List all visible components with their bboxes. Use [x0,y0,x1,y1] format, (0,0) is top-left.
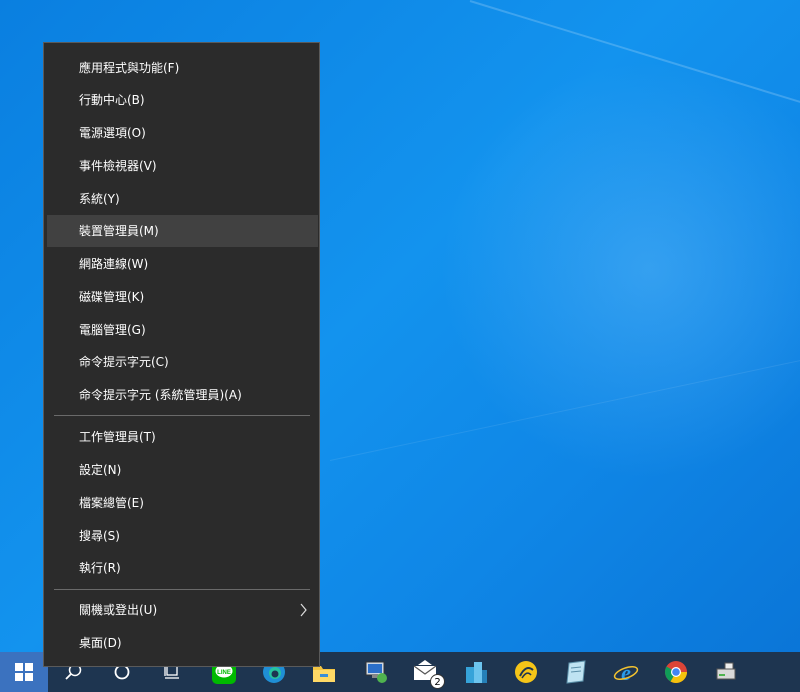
windows-start-icon [15,663,33,681]
menu-item-label: 系統(Y) [79,192,120,206]
taskbar-internet-explorer[interactable]: e [602,652,650,692]
menu-item-label: 網路連線(W) [79,257,149,271]
taskbar-chrome[interactable] [652,652,700,692]
menu-item-command-prompt[interactable]: 命令提示字元(C) [47,346,318,378]
mail-badge: 2 [430,674,445,689]
desktop-glow [440,60,800,480]
menu-item-shutdown-signout[interactable]: 關機或登出(U) [47,594,318,626]
start-button[interactable] [0,652,48,692]
menu-item-label: 設定(N) [79,463,122,477]
menu-item-label: 工作管理員(T) [79,430,156,444]
winx-context-menu: 應用程式與功能(F) 行動中心(B) 電源選項(O) 事件檢視器(V) 系統(Y… [43,42,320,667]
taskbar-notepad-app[interactable] [552,652,600,692]
menu-item-label: 磁碟管理(K) [79,290,145,304]
menu-item-label: 執行(R) [79,561,121,575]
network-drive-icon [716,662,736,680]
taskbar-network-drive[interactable] [702,652,750,692]
menu-item-search[interactable]: 搜尋(S) [47,520,318,552]
menu-item-computer-management[interactable]: 電腦管理(G) [47,314,318,346]
menu-item-event-viewer[interactable]: 事件檢視器(V) [47,150,318,182]
menu-item-action-center[interactable]: 行動中心(B) [47,84,318,116]
menu-item-settings[interactable]: 設定(N) [47,454,318,486]
menu-item-power-options[interactable]: 電源選項(O) [47,117,318,149]
menu-item-label: 電源選項(O) [79,126,146,140]
menu-item-label: 應用程式與功能(F) [79,61,180,75]
taskbar-mail[interactable]: 2 [402,652,450,692]
menu-item-label: 檔案總管(E) [79,496,144,510]
taskbar-remote-desktop[interactable] [352,652,400,692]
menu-item-disk-management[interactable]: 磁碟管理(K) [47,281,318,313]
menu-item-system[interactable]: 系統(Y) [47,183,318,215]
menu-separator [54,415,310,416]
menu-separator [54,589,310,590]
buildings-app-icon [466,662,487,683]
menu-item-task-manager[interactable]: 工作管理員(T) [47,421,318,453]
remote-desktop-icon [365,661,387,683]
chrome-icon [665,661,687,683]
menu-item-file-explorer[interactable]: 檔案總管(E) [47,487,318,519]
menu-item-label: 搜尋(S) [79,529,120,543]
internet-explorer-icon: e [613,660,639,685]
menu-item-label: 裝置管理員(M) [79,224,159,238]
menu-item-network-connections[interactable]: 網路連線(W) [47,248,318,280]
taskbar-sun-app[interactable] [502,652,550,692]
menu-item-device-manager[interactable]: 裝置管理員(M) [47,215,318,247]
menu-item-desktop[interactable]: 桌面(D) [47,627,318,659]
notepad-app-icon [566,660,586,684]
menu-item-label: 關機或登出(U) [79,603,158,617]
menu-item-label: 命令提示字元(C) [79,355,169,369]
menu-item-label: 命令提示字元 (系統管理員)(A) [79,388,242,402]
sun-app-icon [515,661,537,683]
menu-item-label: 事件檢視器(V) [79,159,157,173]
menu-item-label: 桌面(D) [79,636,122,650]
svg-text:e: e [621,660,631,685]
menu-item-label: 電腦管理(G) [79,323,146,337]
menu-item-run[interactable]: 執行(R) [47,552,318,584]
menu-item-apps-features[interactable]: 應用程式與功能(F) [47,52,318,84]
svg-text:LINE: LINE [217,670,231,676]
menu-item-label: 行動中心(B) [79,93,145,107]
taskbar-buildings-app[interactable] [452,652,500,692]
menu-item-command-prompt-admin[interactable]: 命令提示字元 (系統管理員)(A) [47,379,318,411]
